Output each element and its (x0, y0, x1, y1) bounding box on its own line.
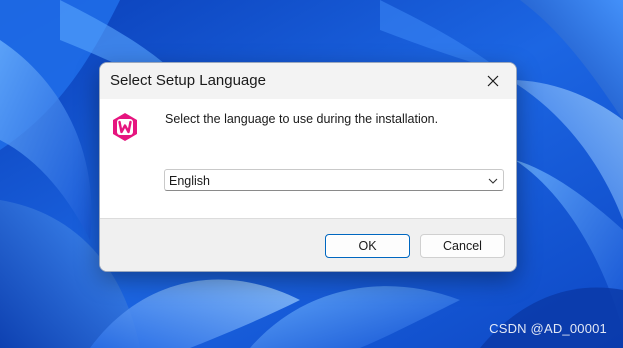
watermark-text: CSDN @AD_00001 (489, 321, 607, 336)
close-icon (487, 75, 499, 87)
dialog-content: Select the language to use during the in… (100, 99, 516, 218)
ok-button[interactable]: OK (325, 234, 410, 258)
setup-language-dialog: Select Setup Language Select the languag… (99, 62, 517, 272)
dialog-title: Select Setup Language (110, 72, 266, 89)
dialog-titlebar[interactable]: Select Setup Language (100, 63, 516, 99)
close-button[interactable] (470, 63, 516, 99)
chevron-down-icon (488, 178, 498, 184)
cancel-button[interactable]: Cancel (420, 234, 505, 258)
language-select-value: English (169, 174, 210, 188)
language-select[interactable]: English (164, 169, 504, 191)
wampserver-icon (113, 113, 137, 141)
dialog-footer: OK Cancel (100, 218, 516, 271)
language-prompt: Select the language to use during the in… (165, 112, 439, 126)
